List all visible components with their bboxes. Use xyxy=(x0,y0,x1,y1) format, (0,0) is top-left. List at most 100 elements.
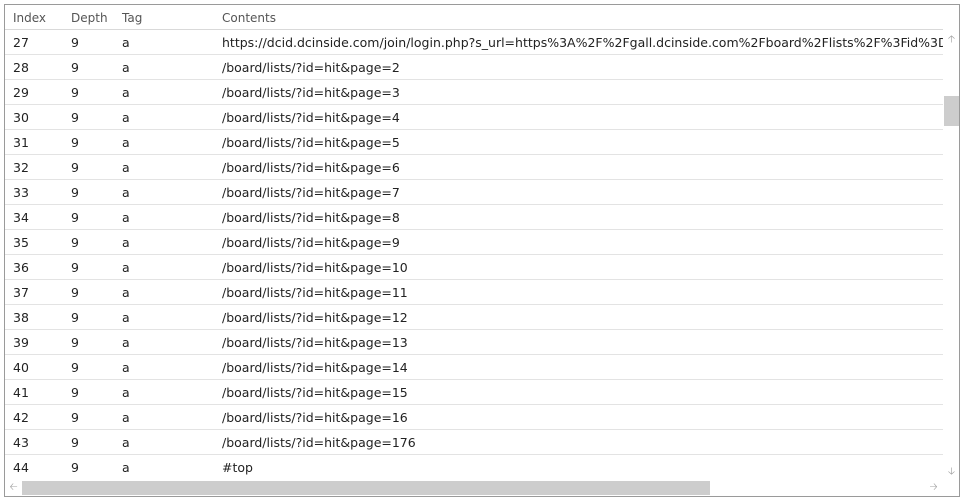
cell-depth: 9 xyxy=(71,285,79,300)
cell-contents: /board/lists/?id=hit&page=176 xyxy=(222,435,416,450)
cell-contents: /board/lists/?id=hit&page=15 xyxy=(222,385,408,400)
table-row[interactable]: 32 9 a/board/lists/?id=hit&page=6 xyxy=(5,155,943,180)
cell-tag: a xyxy=(122,385,130,400)
cell-index: 34 xyxy=(13,210,29,225)
grid-header: Index Depth Tag Contents xyxy=(5,5,943,30)
cell-contents: /board/lists/?id=hit&page=14 xyxy=(222,360,408,375)
table-row[interactable]: 38 9 a/board/lists/?id=hit&page=12 xyxy=(5,305,943,330)
cell-depth: 9 xyxy=(71,435,79,450)
cell-index: 40 xyxy=(13,360,29,375)
vertical-scroll-thumb[interactable] xyxy=(944,96,959,126)
cell-tag: a xyxy=(122,285,130,300)
cell-tag: a xyxy=(122,110,130,125)
cell-index: 36 xyxy=(13,260,29,275)
table-row[interactable]: 34 9 a/board/lists/?id=hit&page=8 xyxy=(5,205,943,230)
table-row[interactable]: 43 9 a/board/lists/?id=hit&page=176 xyxy=(5,430,943,455)
horizontal-scrollbar[interactable]: 🡠 🡢 xyxy=(5,479,959,496)
table-row[interactable]: 36 9 a/board/lists/?id=hit&page=10 xyxy=(5,255,943,280)
cell-tag: a xyxy=(122,160,130,175)
cell-depth: 9 xyxy=(71,160,79,175)
cell-depth: 9 xyxy=(71,310,79,325)
cell-contents: /board/lists/?id=hit&page=9 xyxy=(222,235,400,250)
cell-contents: /board/lists/?id=hit&page=12 xyxy=(222,310,408,325)
cell-index: 38 xyxy=(13,310,29,325)
cell-depth: 9 xyxy=(71,85,79,100)
cell-index: 44 xyxy=(13,460,29,475)
cell-index: 43 xyxy=(13,435,29,450)
table-row[interactable]: 42 9 a/board/lists/?id=hit&page=16 xyxy=(5,405,943,430)
table-row[interactable]: 31 9 a/board/lists/?id=hit&page=5 xyxy=(5,130,943,155)
cell-contents: /board/lists/?id=hit&page=11 xyxy=(222,285,408,300)
horizontal-scroll-thumb[interactable] xyxy=(22,481,710,495)
column-header-index[interactable]: Index xyxy=(13,11,46,25)
cell-tag: a xyxy=(122,360,130,375)
column-header-tag[interactable]: Tag xyxy=(122,11,142,25)
cell-contents: /board/lists/?id=hit&page=10 xyxy=(222,260,408,275)
table-row[interactable]: 27 9 a https://dcid.dcinside.com/join/login… xyxy=(5,30,943,55)
cell-tag: a xyxy=(122,35,130,50)
arrow-up-icon[interactable]: 🡡 xyxy=(943,35,959,45)
cell-tag: a xyxy=(122,310,130,325)
cell-depth: 9 xyxy=(71,460,79,475)
cell-index: 33 xyxy=(13,185,29,200)
cell-index: 39 xyxy=(13,335,29,350)
table-row[interactable]: 33 9 a/board/lists/?id=hit&page=7 xyxy=(5,180,943,205)
cell-contents: https://dcid.dcinside.com/join/login.php… xyxy=(222,35,943,50)
cell-tag: a xyxy=(122,335,130,350)
table-row[interactable]: 35 9 a/board/lists/?id=hit&page=9 xyxy=(5,230,943,255)
data-grid: Index Depth Tag Contents 27 9 a https://dci… xyxy=(5,5,943,479)
cell-index: 41 xyxy=(13,385,29,400)
arrow-right-icon[interactable]: 🡢 xyxy=(925,483,942,493)
cell-depth: 9 xyxy=(71,335,79,350)
cell-contents: /board/lists/?id=hit&page=4 xyxy=(222,110,400,125)
data-grid-frame: Index Depth Tag Contents 27 9 a https://dci… xyxy=(4,4,960,497)
cell-depth: 9 xyxy=(71,360,79,375)
cell-depth: 9 xyxy=(71,235,79,250)
cell-tag: a xyxy=(122,410,130,425)
table-row[interactable]: 29 9 a/board/lists/?id=hit&page=3 xyxy=(5,80,943,105)
cell-index: 31 xyxy=(13,135,29,150)
cell-index: 27 xyxy=(13,35,29,50)
cell-contents: /board/lists/?id=hit&page=8 xyxy=(222,210,400,225)
cell-tag: a xyxy=(122,185,130,200)
cell-tag: a xyxy=(122,85,130,100)
cell-depth: 9 xyxy=(71,60,79,75)
arrow-down-icon[interactable]: 🡣 xyxy=(943,467,959,477)
cell-contents: #top xyxy=(222,460,253,475)
table-row[interactable]: 41 9 a/board/lists/?id=hit&page=15 xyxy=(5,380,943,405)
table-row[interactable]: 39 9 a/board/lists/?id=hit&page=13 xyxy=(5,330,943,355)
cell-index: 30 xyxy=(13,110,29,125)
cell-tag: a xyxy=(122,135,130,150)
cell-tag: a xyxy=(122,260,130,275)
cell-contents: /board/lists/?id=hit&page=16 xyxy=(222,410,408,425)
cell-index: 32 xyxy=(13,160,29,175)
cell-tag: a xyxy=(122,435,130,450)
cell-tag: a xyxy=(122,60,130,75)
grid-body: 27 9 a https://dcid.dcinside.com/join/login… xyxy=(5,30,943,479)
table-row[interactable]: 37 9 a/board/lists/?id=hit&page=11 xyxy=(5,280,943,305)
cell-index: 29 xyxy=(13,85,29,100)
cell-index: 28 xyxy=(13,60,29,75)
cell-depth: 9 xyxy=(71,35,79,50)
cell-index: 35 xyxy=(13,235,29,250)
cell-index: 37 xyxy=(13,285,29,300)
cell-depth: 9 xyxy=(71,410,79,425)
cell-depth: 9 xyxy=(71,135,79,150)
vertical-scrollbar[interactable]: 🡡 🡣 xyxy=(943,30,959,479)
cell-contents: /board/lists/?id=hit&page=3 xyxy=(222,85,400,100)
cell-tag: a xyxy=(122,460,130,475)
table-row[interactable]: 28 9 a/board/lists/?id=hit&page=2 xyxy=(5,55,943,80)
cell-depth: 9 xyxy=(71,185,79,200)
cell-depth: 9 xyxy=(71,385,79,400)
table-row[interactable]: 40 9 a/board/lists/?id=hit&page=14 xyxy=(5,355,943,380)
column-header-depth[interactable]: Depth xyxy=(71,11,108,25)
arrow-left-icon[interactable]: 🡠 xyxy=(5,483,22,493)
cell-contents: /board/lists/?id=hit&page=6 xyxy=(222,160,400,175)
column-header-contents[interactable]: Contents xyxy=(222,11,276,25)
table-row[interactable]: 44 9 a #top xyxy=(5,455,943,479)
cell-depth: 9 xyxy=(71,210,79,225)
table-row[interactable]: 30 9 a/board/lists/?id=hit&page=4 xyxy=(5,105,943,130)
cell-depth: 9 xyxy=(71,260,79,275)
cell-index: 42 xyxy=(13,410,29,425)
cell-tag: a xyxy=(122,210,130,225)
